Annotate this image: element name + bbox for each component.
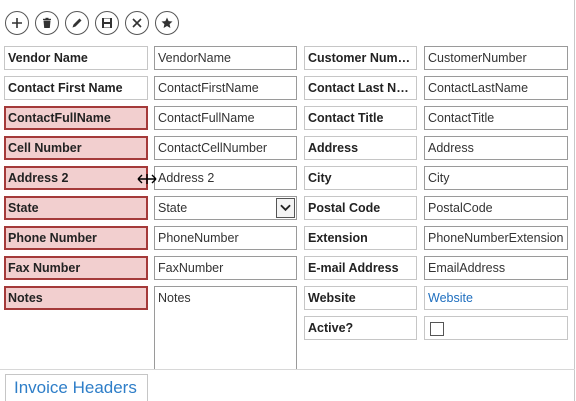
state-dropdown-value: State [158, 201, 188, 215]
extension-label: Extension [304, 226, 417, 250]
phone-number-field[interactable]: PhoneNumber [154, 226, 297, 250]
contact-first-name-label: Contact First Name [4, 76, 148, 100]
website-label: Website [304, 286, 417, 310]
email-address-field[interactable]: EmailAddress [424, 256, 568, 280]
contact-first-name-field[interactable]: ContactFirstName [154, 76, 297, 100]
contact-full-name-label[interactable]: ContactFullName [4, 106, 148, 130]
tab-invoice-headers[interactable]: Invoice Headers [5, 374, 148, 401]
email-address-label: E-mail Address [304, 256, 417, 280]
cancel-icon [132, 18, 142, 28]
postal-code-label: Postal Code [304, 196, 417, 220]
edit-icon [72, 18, 82, 28]
cell-number-label[interactable]: Cell Number [4, 136, 148, 160]
state-dropdown[interactable]: State [154, 196, 297, 220]
contact-title-label: Contact Title [304, 106, 417, 130]
notes-label[interactable]: Notes [4, 286, 148, 310]
favorite-button[interactable] [155, 11, 179, 35]
resize-cursor-icon [137, 174, 157, 184]
delete-icon [43, 17, 51, 28]
chevron-down-icon[interactable] [276, 198, 295, 218]
edit-button[interactable] [65, 11, 89, 35]
address-field[interactable]: Address [424, 136, 568, 160]
contact-full-name-field[interactable]: ContactFullName [154, 106, 297, 130]
save-button[interactable] [95, 11, 119, 35]
active-container [424, 316, 568, 340]
state-label[interactable]: State [4, 196, 148, 220]
add-icon [12, 18, 22, 28]
contact-last-name-label: Contact Last N… [304, 76, 417, 100]
city-label: City [304, 166, 417, 190]
delete-button[interactable] [35, 11, 59, 35]
address-label: Address [304, 136, 417, 160]
contact-last-name-field[interactable]: ContactLastName [424, 76, 568, 100]
star-icon [161, 17, 173, 28]
save-icon [102, 18, 112, 28]
active-checkbox[interactable] [430, 322, 444, 336]
section-divider [0, 369, 575, 370]
phone-number-label[interactable]: Phone Number [4, 226, 148, 250]
cell-number-field[interactable]: ContactCellNumber [154, 136, 297, 160]
customer-number-field[interactable]: CustomerNumber [424, 46, 568, 70]
contact-title-field[interactable]: ContactTitle [424, 106, 568, 130]
vendor-name-label: Vendor Name [4, 46, 148, 70]
postal-code-field[interactable]: PostalCode [424, 196, 568, 220]
fax-number-field[interactable]: FaxNumber [154, 256, 297, 280]
city-field[interactable]: City [424, 166, 568, 190]
address-2-label[interactable]: Address 2 [4, 166, 148, 190]
customer-number-label: Customer Num… [304, 46, 417, 70]
extension-field[interactable]: PhoneNumberExtension [424, 226, 568, 250]
notes-field[interactable]: Notes [154, 286, 297, 370]
vendor-name-field[interactable]: VendorName [154, 46, 297, 70]
active-label: Active? [304, 316, 417, 340]
fax-number-label[interactable]: Fax Number [4, 256, 148, 280]
website-link[interactable]: Website [424, 286, 568, 310]
address-2-field[interactable]: Address 2 [154, 166, 297, 190]
cancel-button[interactable] [125, 11, 149, 35]
add-button[interactable] [5, 11, 29, 35]
